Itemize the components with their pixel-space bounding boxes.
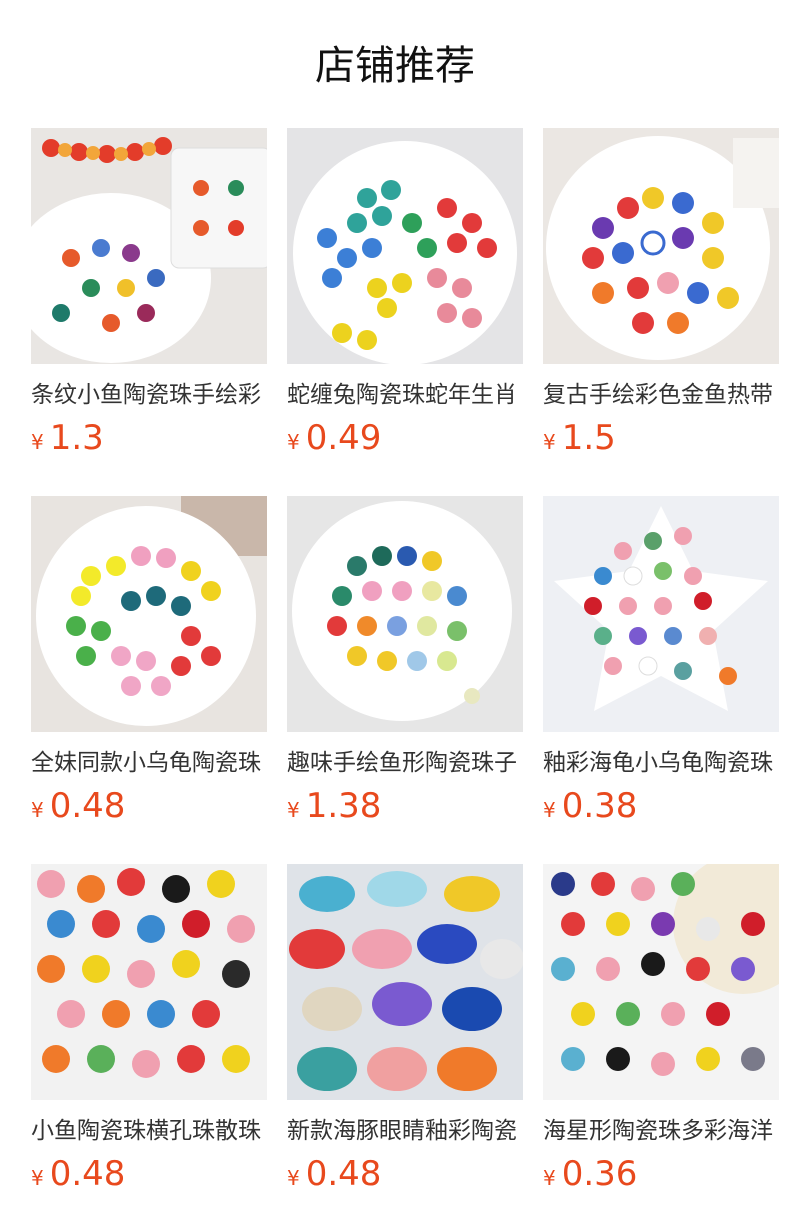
product-image[interactable] <box>31 496 267 732</box>
product-title[interactable]: 全妹同款小乌龟陶瓷珠 <box>31 746 267 780</box>
product-price: ¥1.3 <box>31 416 267 460</box>
product-price: ¥0.48 <box>31 784 267 828</box>
price-amount: 0.48 <box>49 786 126 826</box>
product-card[interactable]: 全妹同款小乌龟陶瓷珠 ¥0.48 <box>31 496 267 836</box>
product-title[interactable]: 复古手绘彩色金鱼热带 <box>543 378 779 412</box>
product-card[interactable]: 条纹小鱼陶瓷珠手绘彩 ¥1.3 <box>31 128 267 468</box>
product-title[interactable]: 新款海豚眼睛釉彩陶瓷 <box>287 1114 523 1148</box>
price-amount: 1.5 <box>561 418 616 458</box>
product-image[interactable] <box>543 496 779 732</box>
product-image[interactable] <box>543 864 779 1100</box>
product-card[interactable]: 趣味手绘鱼形陶瓷珠子 ¥1.38 <box>287 496 523 836</box>
price-amount: 0.36 <box>561 1154 638 1194</box>
price-amount: 0.48 <box>305 1154 382 1194</box>
product-title[interactable]: 趣味手绘鱼形陶瓷珠子 <box>287 746 523 780</box>
product-price: ¥0.38 <box>543 784 779 828</box>
price-amount: 1.3 <box>49 418 104 458</box>
product-grid: 条纹小鱼陶瓷珠手绘彩 ¥1.3 蛇缠兔陶瓷珠蛇年生肖 ¥0.49 复古手绘彩色金… <box>0 0 790 1232</box>
product-card[interactable]: 海星形陶瓷珠多彩海洋 ¥0.36 <box>543 864 779 1204</box>
product-card[interactable]: 新款海豚眼睛釉彩陶瓷 ¥0.48 <box>287 864 523 1204</box>
product-price: ¥0.49 <box>287 416 523 460</box>
currency-symbol: ¥ <box>31 798 44 822</box>
price-amount: 0.49 <box>305 418 382 458</box>
product-card[interactable]: 复古手绘彩色金鱼热带 ¥1.5 <box>543 128 779 468</box>
price-amount: 1.38 <box>305 786 382 826</box>
product-image[interactable] <box>31 128 267 364</box>
product-title[interactable]: 海星形陶瓷珠多彩海洋 <box>543 1114 779 1148</box>
product-card[interactable]: 釉彩海龟小乌龟陶瓷珠 ¥0.38 <box>543 496 779 836</box>
currency-symbol: ¥ <box>543 430 556 454</box>
product-price: ¥1.5 <box>543 416 779 460</box>
product-title[interactable]: 釉彩海龟小乌龟陶瓷珠 <box>543 746 779 780</box>
product-title[interactable]: 蛇缠兔陶瓷珠蛇年生肖 <box>287 378 523 412</box>
product-card[interactable]: 小鱼陶瓷珠横孔珠散珠 ¥0.48 <box>31 864 267 1204</box>
currency-symbol: ¥ <box>31 1166 44 1190</box>
product-price: ¥0.36 <box>543 1152 779 1196</box>
currency-symbol: ¥ <box>287 1166 300 1190</box>
product-image[interactable] <box>287 496 523 732</box>
price-amount: 0.38 <box>561 786 638 826</box>
product-image[interactable] <box>287 128 523 364</box>
product-price: ¥0.48 <box>31 1152 267 1196</box>
currency-symbol: ¥ <box>543 1166 556 1190</box>
currency-symbol: ¥ <box>287 430 300 454</box>
product-image[interactable] <box>31 864 267 1100</box>
product-image[interactable] <box>287 864 523 1100</box>
product-image[interactable] <box>543 128 779 364</box>
currency-symbol: ¥ <box>543 798 556 822</box>
product-title[interactable]: 小鱼陶瓷珠横孔珠散珠 <box>31 1114 267 1148</box>
price-amount: 0.48 <box>49 1154 126 1194</box>
product-price: ¥0.48 <box>287 1152 523 1196</box>
product-card[interactable]: 蛇缠兔陶瓷珠蛇年生肖 ¥0.49 <box>287 128 523 468</box>
currency-symbol: ¥ <box>287 798 300 822</box>
currency-symbol: ¥ <box>31 430 44 454</box>
product-title[interactable]: 条纹小鱼陶瓷珠手绘彩 <box>31 378 267 412</box>
product-price: ¥1.38 <box>287 784 523 828</box>
